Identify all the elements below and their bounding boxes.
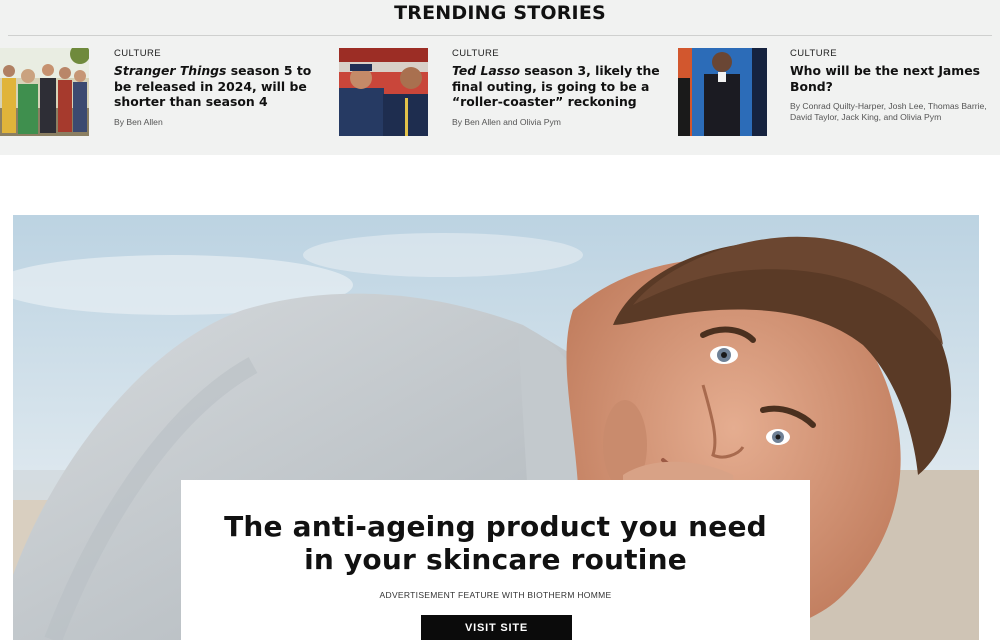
- story-headline[interactable]: Ted Lasso season 3, likely the final out…: [452, 63, 662, 110]
- advertisement-label: ADVERTISEMENT FEATURE WITH BIOTHERM HOMM…: [379, 590, 612, 600]
- promo-headline[interactable]: The anti-ageing product you need in your…: [181, 510, 810, 576]
- trending-stories-section: TRENDING STORIES CULTURE Stranger Things…: [0, 0, 1000, 155]
- story-card-ted-lasso[interactable]: CULTURE Ted Lasso season 3, likely the f…: [339, 48, 669, 138]
- story-headline[interactable]: Who will be the next James Bond?: [790, 63, 995, 94]
- story-headline[interactable]: Stranger Things season 5 to be released …: [114, 63, 319, 110]
- story-category: CULTURE: [790, 48, 837, 59]
- story-thumbnail[interactable]: [678, 48, 767, 136]
- promo-headline-line-1[interactable]: The anti-ageing product you need: [224, 510, 767, 543]
- story-thumbnail[interactable]: [339, 48, 428, 136]
- story-thumbnail[interactable]: [0, 48, 89, 136]
- visit-site-button[interactable]: VISIT SITE: [421, 615, 572, 640]
- divider: [8, 35, 992, 36]
- story-headline-italic[interactable]: Stranger Things: [114, 63, 226, 78]
- story-category: CULTURE: [114, 48, 161, 59]
- story-card-james-bond[interactable]: CULTURE Who will be the next James Bond?…: [678, 48, 998, 138]
- trending-title: TRENDING STORIES: [394, 2, 606, 24]
- promo-headline-line-2[interactable]: in your skincare routine: [304, 543, 687, 576]
- story-byline: By Conrad Quilty-Harper, Josh Lee, Thoma…: [790, 101, 987, 122]
- story-category: CULTURE: [452, 48, 499, 59]
- story-byline: By Ben Allen: [114, 116, 163, 127]
- story-headline-text[interactable]: Who will be the next James Bond?: [790, 63, 980, 94]
- promo-card: The anti-ageing product you need in your…: [181, 480, 810, 640]
- story-byline: By Ben Allen and Olivia Pym: [452, 116, 561, 127]
- story-headline-italic[interactable]: Ted Lasso: [452, 63, 520, 78]
- story-card-stranger-things[interactable]: CULTURE Stranger Things season 5 to be r…: [0, 48, 330, 138]
